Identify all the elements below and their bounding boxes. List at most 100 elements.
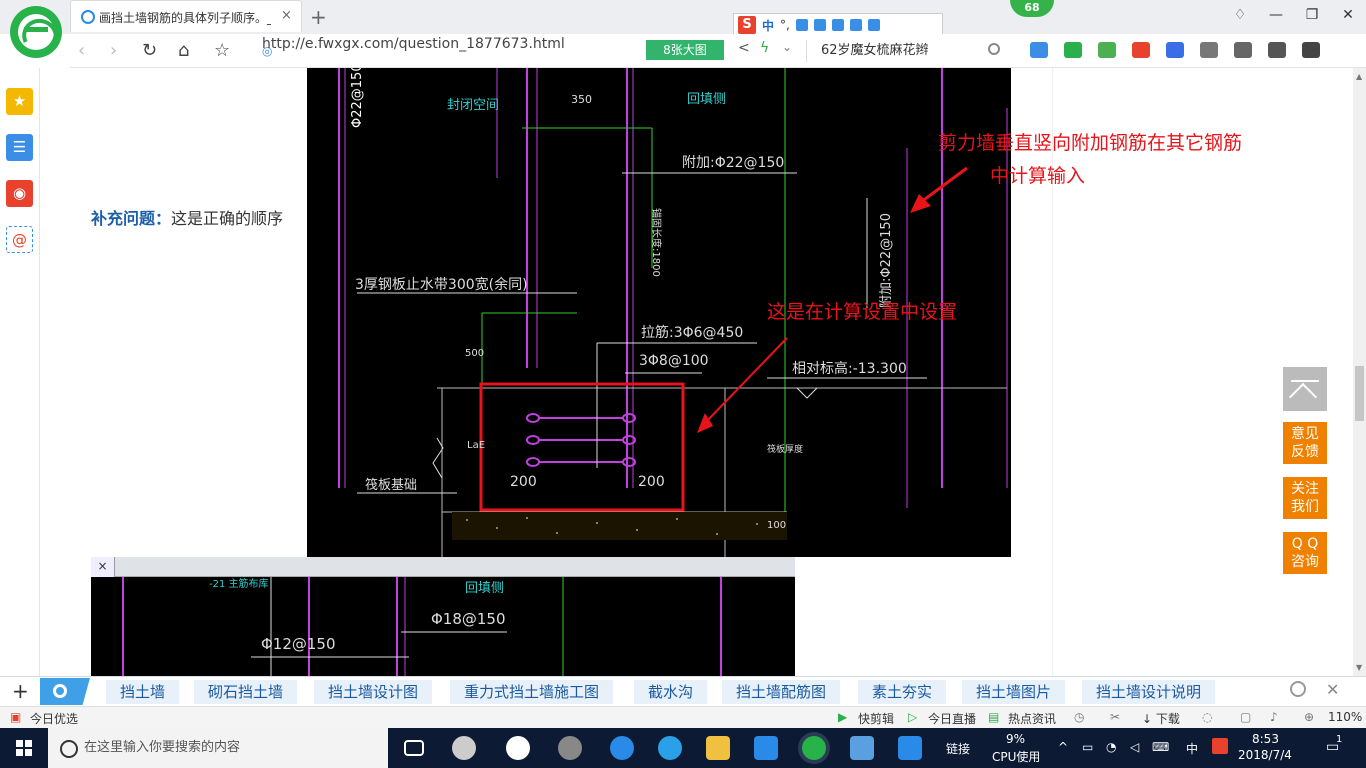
favorites-icon[interactable]: ★	[6, 88, 33, 115]
cad-drawing-image-2: × -21 主筋布库 回填侧 Φ18@150 Φ12@150	[91, 557, 795, 676]
chevron-down-icon[interactable]: ⌄	[782, 40, 792, 54]
search-icon[interactable]	[988, 43, 1000, 55]
emoji-icon[interactable]	[795, 19, 808, 31]
big-image-button[interactable]: 8张大图	[646, 40, 724, 60]
undo-icon[interactable]	[1268, 42, 1286, 58]
tray-chevron-icon[interactable]: ^	[1058, 740, 1068, 754]
tray-ime-label[interactable]: 中	[1186, 740, 1198, 757]
tag-item[interactable]: 挡土墙设计图	[314, 680, 433, 704]
ie-blue-icon[interactable]	[658, 736, 682, 760]
wifi-icon[interactable]: ◔	[1106, 740, 1116, 754]
volume-icon[interactable]: ◁	[1130, 740, 1139, 754]
minimize-button[interactable]: —	[1258, 0, 1294, 30]
app-plus-icon[interactable]	[898, 736, 922, 760]
star-icon[interactable]: ☆	[214, 40, 230, 61]
app-fan-icon[interactable]	[452, 736, 476, 760]
windows-start-icon[interactable]	[16, 740, 32, 756]
new-tab-button[interactable]: +	[310, 5, 327, 29]
download-link[interactable]: ↓ 下载	[1142, 710, 1180, 727]
address-bar[interactable]: http://e.fwxgx.com/question_1877673.html	[262, 36, 565, 52]
settings-gear-icon[interactable]	[1290, 681, 1306, 697]
edge-icon[interactable]	[610, 736, 634, 760]
speaker-icon[interactable]: ◌	[1202, 710, 1212, 724]
tab-close-button[interactable]: ×	[281, 8, 292, 23]
tag-item[interactable]: 挡土墙图片	[962, 680, 1066, 704]
glodon-icon[interactable]	[754, 736, 778, 760]
keyboard-tray-icon[interactable]: ⌨	[1152, 740, 1169, 754]
clock-date[interactable]: 2018/7/4	[1238, 748, 1292, 762]
tag-search-button[interactable]	[40, 678, 90, 705]
mail-icon[interactable]: @	[6, 226, 33, 253]
scissors-icon[interactable]	[1132, 42, 1150, 58]
mute-icon[interactable]: ♪	[1270, 710, 1278, 724]
zoom-icon[interactable]: ⊕	[1304, 710, 1314, 724]
tag-item[interactable]: 重力式挡土墙施工图	[450, 680, 614, 704]
refresh-icon[interactable]: ↻	[142, 40, 157, 61]
grid-icon[interactable]	[1200, 42, 1218, 58]
phone-icon[interactable]	[1234, 42, 1252, 58]
search-input[interactable]: 62岁魔女梳麻花辫	[806, 40, 1006, 62]
scrollbar-thumb[interactable]	[1355, 366, 1364, 421]
mic-icon[interactable]	[813, 19, 826, 31]
share-icon[interactable]: <	[738, 40, 750, 56]
speed-icon[interactable]: ◷	[1074, 710, 1084, 724]
translate-icon[interactable]	[1098, 42, 1116, 58]
clock-time[interactable]: 8:53	[1252, 732, 1279, 746]
tray-link-label[interactable]: 链接	[946, 740, 970, 757]
hot-news-link[interactable]: 热点资讯	[1008, 710, 1056, 727]
zoom-level[interactable]: 110%	[1328, 710, 1362, 724]
active-browser-icon[interactable]	[802, 736, 826, 760]
lightning-icon[interactable]: ϟ	[760, 40, 769, 56]
live-link[interactable]: 今日直播	[928, 710, 976, 727]
tag-item[interactable]: 砌石挡土墙	[194, 680, 298, 704]
notification-badge[interactable]: 68	[1010, 0, 1054, 17]
follow-us-button[interactable]: 关注 我们	[1283, 477, 1327, 519]
magnifier-icon[interactable]	[1166, 42, 1184, 58]
task-view-icon[interactable]	[404, 740, 424, 756]
ie-icon[interactable]	[506, 736, 530, 760]
menu-icon[interactable]	[1302, 42, 1320, 58]
weibo-icon[interactable]: ◉	[6, 180, 33, 207]
browser-logo[interactable]	[10, 6, 62, 58]
tools-icon[interactable]: ✂	[1110, 710, 1120, 724]
tag-item[interactable]: 挡土墙配筋图	[722, 680, 841, 704]
today-pick-link[interactable]: 今日优选	[30, 710, 78, 727]
tag-item[interactable]: 挡土墙	[106, 680, 180, 704]
shirt-icon[interactable]: ♢	[1222, 0, 1258, 30]
browser-app-icon[interactable]	[558, 736, 582, 760]
reading-list-icon[interactable]: ☰	[6, 134, 33, 161]
add-icon[interactable]: +	[12, 679, 29, 703]
quick-clip-link[interactable]: 快剪辑	[858, 710, 894, 727]
window-icon[interactable]: ▢	[1240, 710, 1251, 724]
qq-consult-button[interactable]: Q Q 咨询	[1283, 532, 1327, 574]
punct-icon[interactable]: °,	[780, 18, 790, 32]
tag-item[interactable]: 素土夯实	[858, 680, 947, 704]
skin-icon[interactable]	[849, 19, 862, 31]
vertical-scrollbar[interactable]: ▲ ▼	[1353, 68, 1366, 676]
battery-icon[interactable]: ▭	[1082, 740, 1093, 754]
scroll-up-icon[interactable]: ▲	[1356, 72, 1362, 81]
scroll-down-icon[interactable]: ▼	[1356, 663, 1362, 672]
browser-tab[interactable]: 画挡土墙钢筋的具体列子顺序。_ ×	[70, 0, 302, 32]
gift-icon[interactable]: ▣	[10, 710, 21, 724]
back-icon[interactable]: ‹	[78, 40, 85, 61]
file-explorer-icon[interactable]	[706, 736, 730, 760]
keyboard-icon[interactable]	[831, 19, 844, 31]
tag-item[interactable]: 挡土墙设计说明	[1082, 680, 1216, 704]
app-icon[interactable]	[1030, 42, 1048, 58]
wrench-icon[interactable]	[867, 19, 880, 31]
app-window-icon[interactable]	[850, 736, 874, 760]
image-close-button[interactable]: ×	[91, 557, 115, 577]
taskbar-search-input[interactable]: 在这里输入你要搜索的内容	[48, 728, 388, 768]
restore-button[interactable]: ❐	[1294, 0, 1330, 30]
close-window-button[interactable]: ✕	[1330, 0, 1366, 30]
home-icon[interactable]: ⌂	[178, 40, 189, 61]
ime-language[interactable]: 中	[762, 17, 774, 34]
close-tagbar-icon[interactable]: ✕	[1326, 680, 1339, 699]
shield-icon[interactable]	[1064, 42, 1082, 58]
forward-icon[interactable]: ›	[110, 40, 117, 61]
feedback-button[interactable]: 意见 反馈	[1283, 422, 1327, 464]
back-to-top-button[interactable]	[1283, 367, 1327, 411]
tag-item[interactable]: 截水沟	[634, 680, 708, 704]
sogou-tray-icon[interactable]	[1212, 738, 1228, 754]
